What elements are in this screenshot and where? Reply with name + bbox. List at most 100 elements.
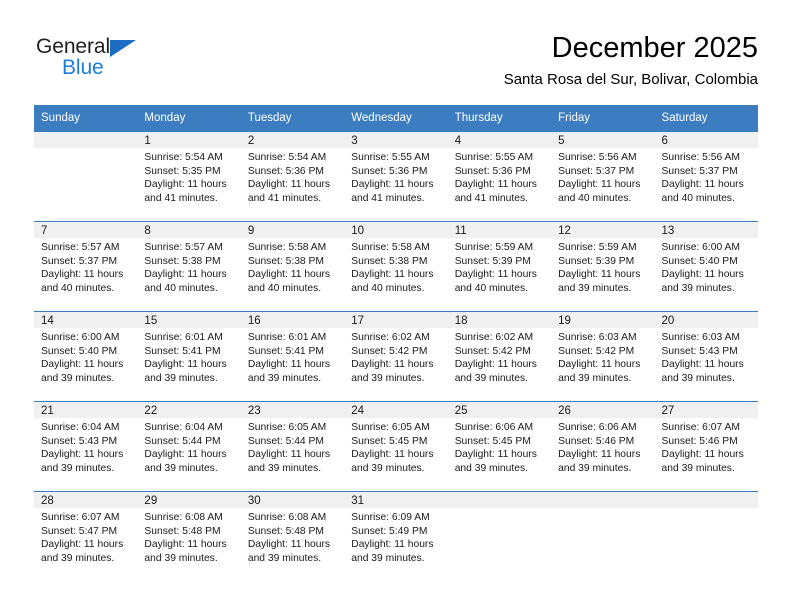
sunrise-time: Sunrise: 6:01 AM [144,332,223,343]
day-sun-info: Sunrise: 6:00 AM Sunset: 5:40 PM Daylight:… [34,328,137,385]
calendar-day-cell[interactable]: 31 Sunrise: 6:09 AM Sunset: 5:49 PM Dayligh… [344,491,448,581]
sunrise-time: Sunrise: 6:08 AM [247,512,327,523]
calendar-day-cell [551,491,655,581]
daylight-duration-line2: and 40 minutes. [661,192,735,204]
day-number: 21 [34,402,138,418]
calendar-day-cell[interactable]: 5 Sunrise: 5:56 AM Sunset: 5:37 PM Daylight… [551,132,655,222]
calendar-day-cell[interactable]: 17 Sunrise: 6:02 AM Sunset: 5:42 PM Dayligh… [344,311,448,402]
calendar-day-cell[interactable]: 18 Sunrise: 6:02 AM Sunset: 5:42 PM Dayligh… [447,311,552,402]
calendar-day-cell[interactable]: 28 Sunrise: 6:07 AM Sunset: 5:47 PM Dayligh… [34,491,138,581]
sunset-time: Sunset: 5:40 PM [661,255,738,267]
sunset-time: Sunset: 5:46 PM [661,435,738,447]
calendar-day-cell[interactable]: 1 Sunrise: 5:54 AM Sunset: 5:35 PM Daylight… [137,132,241,222]
calendar-day-cell[interactable]: 16 Sunrise: 6:01 AM Sunset: 5:41 PM Dayligh… [240,311,345,402]
day-sun-info: Sunrise: 5:59 AM Sunset: 5:39 PM Daylight:… [448,238,551,295]
sunset-time: Sunset: 5:42 PM [454,345,531,357]
day-sun-info: Sunrise: 5:58 AM Sunset: 5:38 PM Daylight:… [241,238,344,295]
sunrise-time: Sunrise: 5:55 AM [454,152,534,163]
day-sun-info: Sunrise: 6:05 AM Sunset: 5:45 PM Daylight:… [344,418,447,475]
calendar-day-cell[interactable]: 3 Sunrise: 5:55 AM Sunset: 5:36 PM Daylight… [344,132,448,222]
calendar-day-cell[interactable]: 7 Sunrise: 5:57 AM Sunset: 5:37 PM Daylight… [34,221,138,312]
sunset-time: Sunset: 5:38 PM [247,255,324,267]
daylight-duration-line2: and 39 minutes. [661,282,735,294]
daylight-duration-line1: Daylight: 11 hours [661,179,744,191]
day-cell-inner: 10 Sunrise: 5:58 AM Sunset: 5:38 PM Dayligh… [344,222,448,311]
sunrise-time: Sunrise: 6:04 AM [144,422,223,433]
day-sun-info: Sunrise: 5:59 AM Sunset: 5:39 PM Daylight:… [551,238,654,295]
day-sun-info: Sunrise: 6:02 AM Sunset: 5:42 PM Daylight:… [448,328,551,385]
calendar-day-cell[interactable]: 13 Sunrise: 6:00 AM Sunset: 5:40 PM Dayligh… [654,221,758,312]
day-cell-inner [551,492,655,581]
calendar-day-cell[interactable]: 23 Sunrise: 6:05 AM Sunset: 5:44 PM Dayligh… [240,401,345,492]
calendar-day-cell[interactable]: 2 Sunrise: 5:54 AM Sunset: 5:36 PM Daylight… [240,132,345,222]
day-number: 15 [137,312,241,328]
calendar-day-cell[interactable]: 9 Sunrise: 5:58 AM Sunset: 5:38 PM Daylight… [240,221,345,312]
day-sun-info: Sunrise: 5:54 AM Sunset: 5:36 PM Daylight:… [241,148,344,205]
page-header: General Blue December 2025 Santa Rosa de… [34,30,758,96]
sunset-time: Sunset: 5:35 PM [144,165,221,177]
calendar-day-cell[interactable]: 11 Sunrise: 5:59 AM Sunset: 5:39 PM Dayligh… [447,221,552,312]
day-cell-inner: 13 Sunrise: 6:00 AM Sunset: 5:40 PM Dayligh… [654,222,758,311]
day-cell-inner: 19 Sunrise: 6:03 AM Sunset: 5:42 PM Dayligh… [551,312,655,401]
day-number: 14 [34,312,138,328]
sunrise-time: Sunrise: 5:56 AM [558,152,637,163]
daylight-duration-line2: and 39 minutes. [144,552,218,564]
calendar-day-cell[interactable]: 27 Sunrise: 6:07 AM Sunset: 5:46 PM Dayligh… [654,401,758,492]
logo-text-blue: Blue [62,56,104,79]
calendar-day-cell[interactable]: 21 Sunrise: 6:04 AM Sunset: 5:43 PM Dayligh… [34,401,138,492]
daylight-duration-line1: Daylight: 11 hours [247,179,331,191]
calendar-day-cell[interactable]: 26 Sunrise: 6:06 AM Sunset: 5:46 PM Dayligh… [551,401,655,492]
daylight-duration-line2: and 40 minutes. [247,282,322,294]
calendar-day-cell[interactable]: 22 Sunrise: 6:04 AM Sunset: 5:44 PM Dayligh… [137,401,241,492]
calendar-day-cell [654,491,758,581]
sunset-time: Sunset: 5:44 PM [247,435,324,447]
daylight-duration-line1: Daylight: 11 hours [558,269,641,281]
day-cell-inner: 14 Sunrise: 6:00 AM Sunset: 5:40 PM Dayligh… [34,312,138,401]
daylight-duration-line2: and 39 minutes. [41,462,115,474]
calendar-day-cell[interactable]: 14 Sunrise: 6:00 AM Sunset: 5:40 PM Dayligh… [34,311,138,402]
calendar-day-cell[interactable]: 24 Sunrise: 6:05 AM Sunset: 5:45 PM Dayligh… [344,401,448,492]
day-number [447,492,552,508]
daylight-duration-line2: and 39 minutes. [351,552,425,564]
sunrise-time: Sunrise: 5:58 AM [351,242,430,253]
calendar-day-cell[interactable]: 15 Sunrise: 6:01 AM Sunset: 5:41 PM Dayligh… [137,311,241,402]
calendar-day-cell[interactable]: 4 Sunrise: 5:55 AM Sunset: 5:36 PM Daylight… [447,132,552,222]
sunrise-time: Sunrise: 6:07 AM [41,512,120,523]
daylight-duration-line1: Daylight: 11 hours [351,449,434,461]
sunset-time: Sunset: 5:42 PM [351,345,428,357]
sunrise-time: Sunrise: 6:05 AM [351,422,430,433]
day-cell-inner: 26 Sunrise: 6:06 AM Sunset: 5:46 PM Dayligh… [551,402,655,491]
day-number: 30 [240,492,345,508]
weekday-header-wednesday: Wednesday [344,105,448,132]
general-blue-logo[interactable]: General Blue [34,34,234,92]
day-sun-info: Sunrise: 6:06 AM Sunset: 5:46 PM Daylight:… [551,418,654,475]
day-cell-inner: 23 Sunrise: 6:05 AM Sunset: 5:44 PM Dayligh… [240,402,345,491]
sunrise-time: Sunrise: 6:02 AM [351,332,430,343]
day-cell-inner: 1 Sunrise: 5:54 AM Sunset: 5:35 PM Daylight… [137,132,241,221]
sunset-time: Sunset: 5:37 PM [558,165,635,177]
daylight-duration-line1: Daylight: 11 hours [558,359,641,371]
sunset-time: Sunset: 5:39 PM [454,255,531,267]
sunset-time: Sunset: 5:48 PM [144,525,221,537]
daylight-duration-line1: Daylight: 11 hours [144,179,227,191]
day-cell-inner: 15 Sunrise: 6:01 AM Sunset: 5:41 PM Dayligh… [137,312,241,401]
calendar-day-cell[interactable]: 12 Sunrise: 5:59 AM Sunset: 5:39 PM Dayligh… [551,221,655,312]
daylight-duration-line1: Daylight: 11 hours [41,449,124,461]
calendar-day-cell[interactable]: 10 Sunrise: 5:58 AM Sunset: 5:38 PM Dayligh… [344,221,448,312]
calendar-day-cell[interactable]: 25 Sunrise: 6:06 AM Sunset: 5:45 PM Dayligh… [447,401,552,492]
calendar-day-cell[interactable]: 29 Sunrise: 6:08 AM Sunset: 5:48 PM Dayligh… [137,491,241,581]
day-sun-info: Sunrise: 5:55 AM Sunset: 5:36 PM Daylight:… [344,148,447,205]
sunset-time: Sunset: 5:36 PM [351,165,428,177]
calendar-day-cell[interactable]: 6 Sunrise: 5:56 AM Sunset: 5:37 PM Daylight… [654,132,758,222]
calendar-day-cell[interactable]: 8 Sunrise: 5:57 AM Sunset: 5:38 PM Daylight… [137,221,241,312]
daylight-duration-line2: and 39 minutes. [41,372,115,384]
calendar-day-cell[interactable]: 19 Sunrise: 6:03 AM Sunset: 5:42 PM Dayligh… [551,311,655,402]
sunrise-time: Sunrise: 6:04 AM [41,422,120,433]
day-number: 3 [344,132,448,148]
day-cell-inner: 22 Sunrise: 6:04 AM Sunset: 5:44 PM Dayligh… [137,402,241,491]
day-sun-info: Sunrise: 6:08 AM Sunset: 5:48 PM Daylight:… [137,508,240,565]
calendar-day-cell[interactable]: 30 Sunrise: 6:08 AM Sunset: 5:48 PM Dayligh… [240,491,345,581]
calendar-day-cell[interactable]: 20 Sunrise: 6:03 AM Sunset: 5:43 PM Dayligh… [654,311,758,402]
sunset-time: Sunset: 5:39 PM [558,255,635,267]
sunset-time: Sunset: 5:45 PM [454,435,531,447]
